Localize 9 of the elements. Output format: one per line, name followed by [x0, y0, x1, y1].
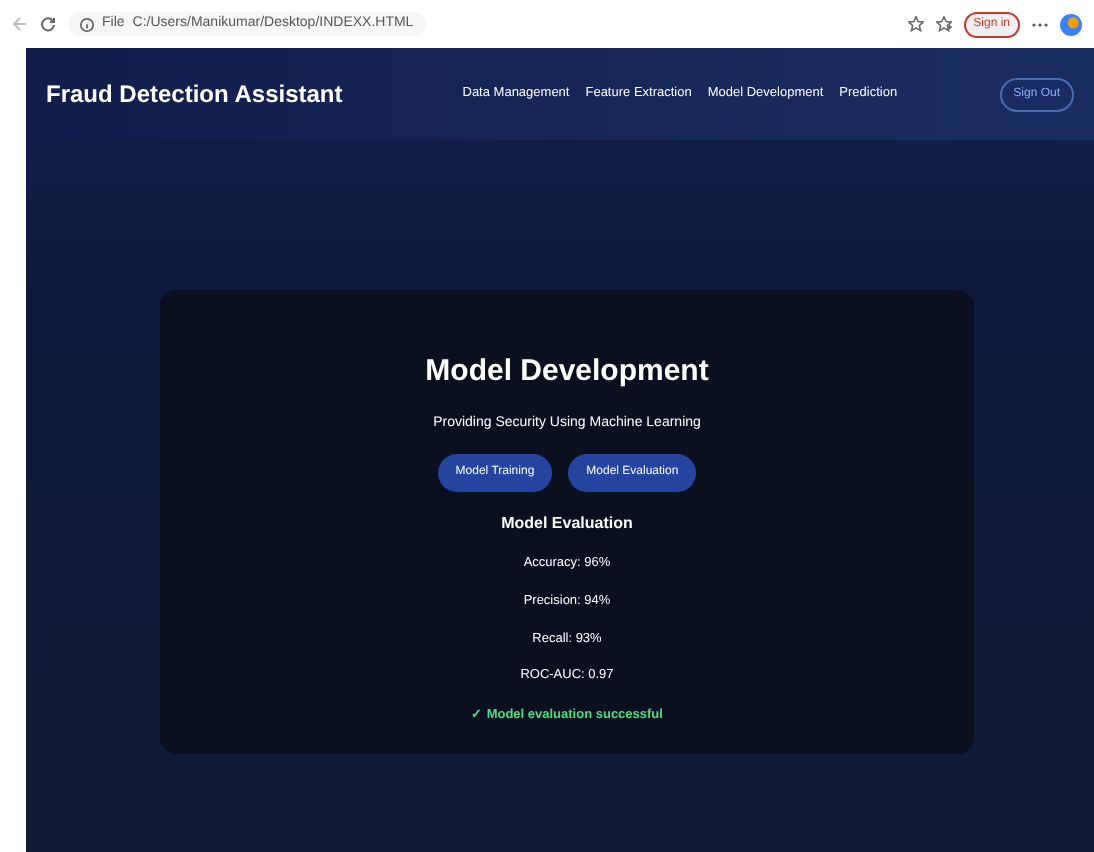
brand-title: Fraud Detection Assistant: [46, 78, 343, 112]
card-title: Model Development: [425, 352, 709, 392]
favorites-icon[interactable]: [935, 16, 952, 32]
reload-icon[interactable]: [40, 16, 56, 32]
star-icon[interactable]: [907, 16, 924, 32]
info-icon: [80, 17, 94, 31]
more-icon[interactable]: [1032, 21, 1048, 27]
section-title: Model Evaluation: [501, 512, 633, 536]
copilot-icon[interactable]: [1060, 13, 1082, 35]
